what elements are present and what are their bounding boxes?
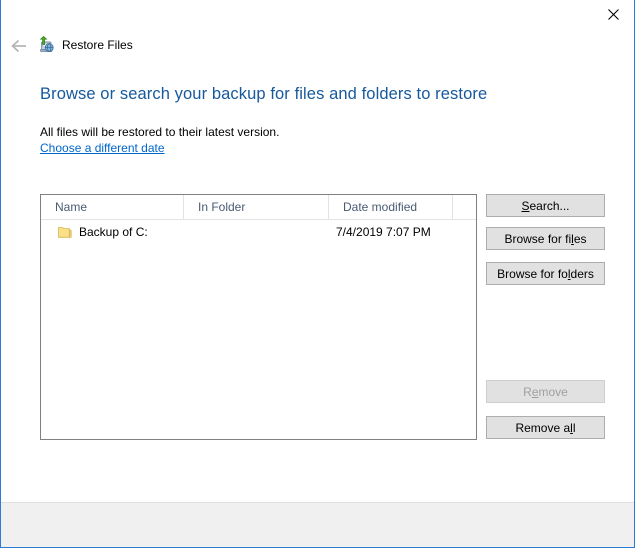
folder-icon	[58, 226, 72, 238]
restore-files-icon	[37, 36, 55, 54]
remove-button: Remove	[486, 380, 605, 403]
page-title: Browse or search your backup for files a…	[40, 85, 487, 104]
footer-bar: Next Cancel	[1, 503, 634, 547]
remove-all-label-post: l	[573, 421, 576, 435]
column-header-date-modified[interactable]: Date modified	[329, 195, 453, 219]
title-bar	[1, 0, 635, 30]
remove-accel: e	[532, 385, 539, 399]
search-label: earch...	[529, 199, 569, 213]
row-name-text: Backup of C:	[79, 225, 148, 239]
app-title: Restore Files	[62, 39, 133, 51]
browse-folders-label-pre: Browse for fo	[497, 267, 568, 281]
browse-files-label-post: es	[574, 232, 587, 246]
cell-name: Backup of C:	[41, 225, 184, 239]
column-header-name[interactable]: Name	[41, 195, 184, 219]
choose-different-date-link[interactable]: Choose a different date	[40, 141, 165, 155]
remove-all-label-pre: Remove a	[515, 421, 570, 435]
remove-label-pre: R	[523, 385, 532, 399]
column-header-in-folder[interactable]: In Folder	[184, 195, 329, 219]
app-identity: Restore Files	[37, 34, 133, 56]
remove-label-post: move	[539, 385, 568, 399]
restore-items-list[interactable]: Name In Folder Date modified Backup of C…	[40, 194, 477, 440]
close-button[interactable]	[590, 0, 635, 29]
browse-for-folders-button[interactable]: Browse for folders	[486, 262, 605, 285]
search-button[interactable]: Search...	[486, 194, 605, 217]
browse-files-label-pre: Browse for fi	[504, 232, 571, 246]
browse-for-files-button[interactable]: Browse for files	[486, 227, 605, 250]
column-header-spacer[interactable]	[453, 195, 476, 219]
restore-files-dialog: Restore Files Browse or search your back…	[0, 0, 635, 548]
cell-date-modified: 7/4/2019 7:07 PM	[329, 225, 453, 239]
close-icon	[608, 9, 619, 20]
back-arrow-icon	[11, 39, 29, 53]
search-accel: S	[521, 199, 529, 213]
list-body: Backup of C: 7/4/2019 7:07 PM	[41, 220, 476, 244]
remove-all-button[interactable]: Remove all	[486, 416, 605, 439]
table-row[interactable]: Backup of C: 7/4/2019 7:07 PM	[41, 220, 476, 244]
back-button[interactable]	[9, 35, 31, 57]
list-header-row: Name In Folder Date modified	[41, 195, 476, 220]
description-text: All files will be restored to their late…	[40, 125, 279, 139]
browse-folders-label-post: ders	[571, 267, 594, 281]
